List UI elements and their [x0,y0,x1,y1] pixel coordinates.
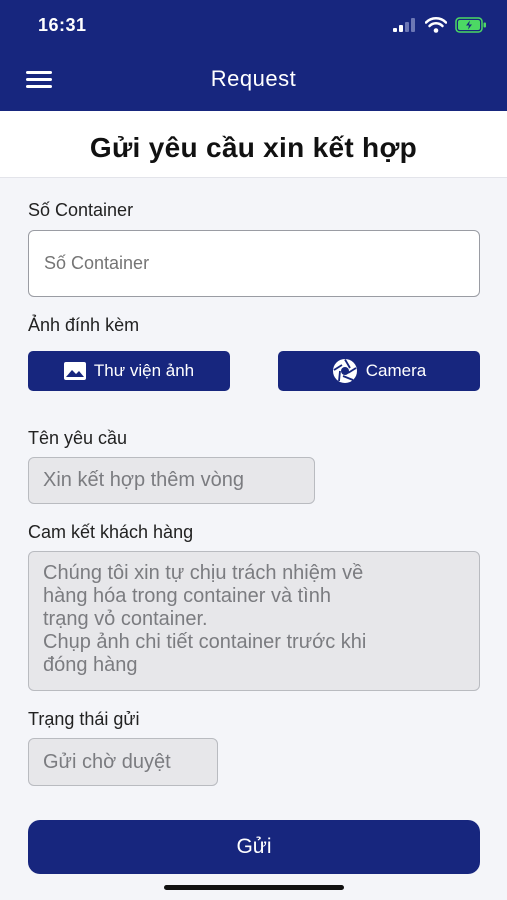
signal-icon [393,18,415,32]
commitment-label: Cam kết khách hàng [28,522,194,542]
commitment-line: hàng hóa trong container và tình [43,585,331,607]
photo-library-label: Thư viện ảnh [93,361,195,380]
battery-icon [455,17,486,33]
home-indicator [164,885,344,890]
submit-button[interactable]: Gửi [28,820,480,874]
camera-button[interactable]: Camera [278,351,480,391]
camera-label: Camera [365,361,427,380]
commitment-line: Chụp ảnh chi tiết container trước khi [43,631,367,653]
container-label: Số Container [28,200,134,220]
status-icons [393,15,487,35]
send-status-label: Trạng thái gửi [28,709,140,729]
submit-label: Gửi [236,835,272,858]
commitment-line: đóng hàng [43,654,138,676]
image-icon [63,362,86,380]
commitment-line: Chúng tôi xin tự chịu trách nhiệm về [43,562,364,584]
attachments-label: Ảnh đính kèm [28,315,140,335]
send-status-field: Gửi chờ duyệt [28,738,218,786]
camera-aperture-icon [332,359,357,383]
request-name-label: Tên yêu cầu [28,428,128,448]
commitment-line: trạng vỏ container. [43,608,208,630]
status-time: 16:31 [38,15,87,35]
commitment-field: Chúng tôi xin tự chịu trách nhiệm về hàn… [28,551,480,691]
photo-library-button[interactable]: Thư viện ảnh [28,351,230,391]
header-title: Request [210,66,297,91]
page-title: Gửi yêu cầu xin kết hợp [89,132,418,163]
request-name-field: Xin kết hợp thêm vòng [28,457,315,504]
container-number-input[interactable] [28,230,480,297]
wifi-icon [425,17,447,33]
